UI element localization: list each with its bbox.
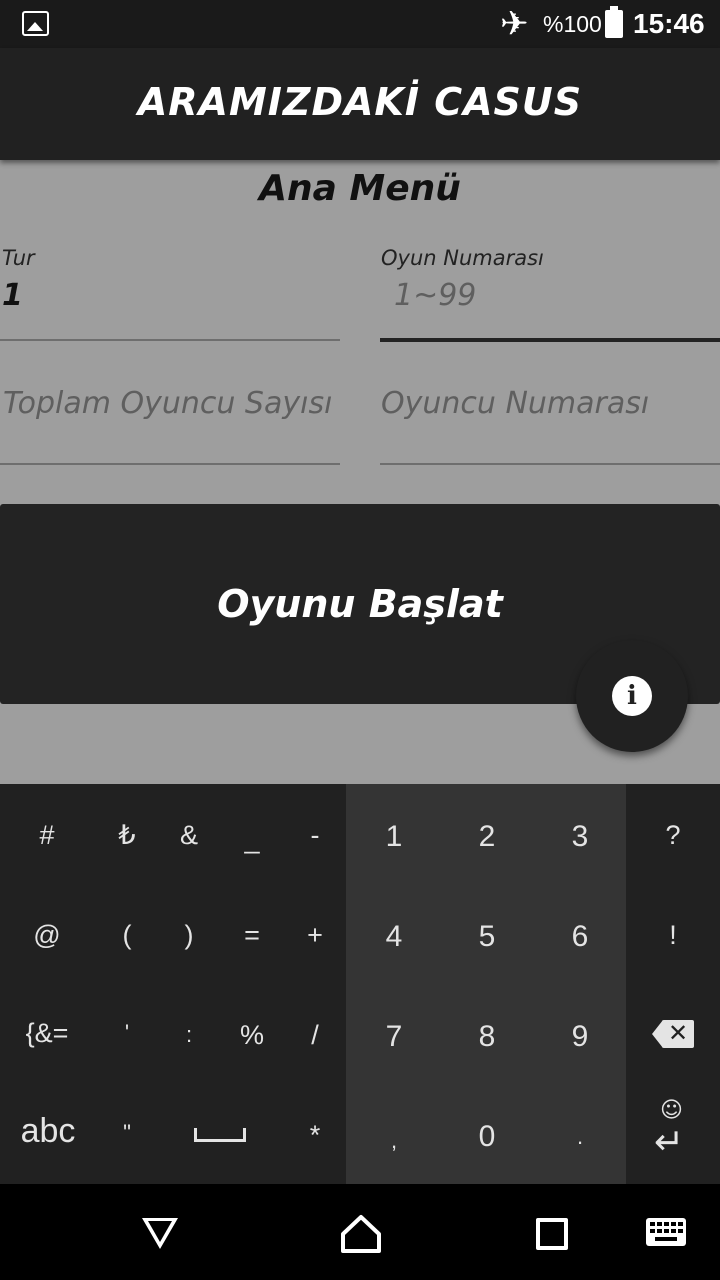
key-apostrophe[interactable]: '	[104, 1020, 150, 1046]
key-8[interactable]: 8	[463, 1020, 511, 1054]
oyun-numarasi-label: Oyun Numarası	[381, 246, 544, 270]
key-1[interactable]: 1	[370, 820, 418, 854]
key-lira[interactable]: ₺	[104, 820, 150, 851]
battery-icon	[605, 6, 623, 38]
key-at[interactable]: @	[24, 920, 70, 951]
key-3[interactable]: 3	[556, 820, 604, 854]
key-colon[interactable]: :	[166, 1022, 212, 1048]
toplam-oyuncu-underline	[0, 463, 340, 465]
emoji-icon: ☺	[660, 1098, 683, 1123]
battery-percentage: %100	[543, 11, 602, 37]
key-9[interactable]: 9	[556, 1020, 604, 1054]
key-close-paren[interactable]: )	[166, 920, 212, 951]
image-notification-icon	[22, 11, 49, 36]
oyun-numarasi-underline	[380, 338, 720, 342]
tur-underline	[0, 339, 340, 341]
key-plus[interactable]: +	[292, 920, 338, 951]
key-4[interactable]: 4	[370, 920, 418, 954]
toplam-oyuncu-sayisi-input[interactable]: Toplam Oyuncu Sayısı	[3, 386, 332, 421]
keyboard-switch-icon[interactable]	[646, 1218, 686, 1246]
key-open-paren[interactable]: (	[104, 920, 150, 951]
info-icon: i	[612, 676, 652, 716]
status-bar: ✈ %100 15:46	[0, 0, 720, 48]
space-key[interactable]	[194, 1128, 246, 1142]
key-double-quote[interactable]: "	[104, 1120, 150, 1146]
oyuncu-numarasi-underline	[380, 463, 720, 465]
clock: 15:46	[633, 8, 705, 39]
key-more-symbols[interactable]: {&=	[14, 1018, 80, 1049]
key-ampersand[interactable]: &	[166, 820, 212, 851]
key-underscore[interactable]: _	[229, 824, 275, 855]
key-2[interactable]: 2	[463, 820, 511, 854]
page-title: Ana Menü	[259, 168, 461, 209]
tur-value[interactable]: 1	[2, 278, 23, 313]
key-question[interactable]: ?	[650, 820, 696, 851]
key-period[interactable]: .	[556, 1124, 604, 1150]
backspace-key[interactable]: ✕	[652, 1019, 694, 1048]
enter-key[interactable]: ↵	[654, 1122, 684, 1163]
key-abc[interactable]: abc	[10, 1112, 86, 1151]
key-equals[interactable]: =	[229, 920, 275, 951]
airplane-mode-icon: ✈	[500, 4, 529, 44]
navigation-bar	[0, 1184, 720, 1280]
key-asterisk[interactable]: *	[292, 1120, 338, 1151]
key-percent[interactable]: %	[229, 1020, 275, 1051]
key-hash[interactable]: #	[24, 820, 70, 851]
key-0[interactable]: 0	[463, 1120, 511, 1154]
key-comma[interactable]: ,	[370, 1128, 418, 1154]
app-title: ARAMIZDAKİ CASUS	[137, 80, 583, 124]
home-icon[interactable]	[340, 1214, 382, 1254]
tur-label: Tur	[2, 246, 35, 270]
oyuncu-numarasi-input[interactable]: Oyuncu Numarası	[381, 386, 649, 421]
oyun-numarasi-input[interactable]: 1~99	[394, 278, 476, 313]
recents-icon[interactable]	[536, 1218, 568, 1250]
key-6[interactable]: 6	[556, 920, 604, 954]
key-exclamation[interactable]: !	[650, 920, 696, 951]
key-minus[interactable]: -	[292, 820, 338, 851]
main-content: Ana Menü Tur 1 Oyun Numarası 1~99 Toplam…	[0, 160, 720, 784]
key-7[interactable]: 7	[370, 1020, 418, 1054]
info-fab[interactable]: i	[576, 640, 688, 752]
app-bar: ARAMIZDAKİ CASUS	[0, 48, 720, 160]
back-icon[interactable]	[142, 1218, 178, 1249]
key-slash[interactable]: /	[292, 1020, 338, 1051]
key-5[interactable]: 5	[463, 920, 511, 954]
numeric-symbol-keyboard: # ₺ & _ - @ ( ) = + {&= ' : % / abc " * …	[0, 784, 720, 1184]
